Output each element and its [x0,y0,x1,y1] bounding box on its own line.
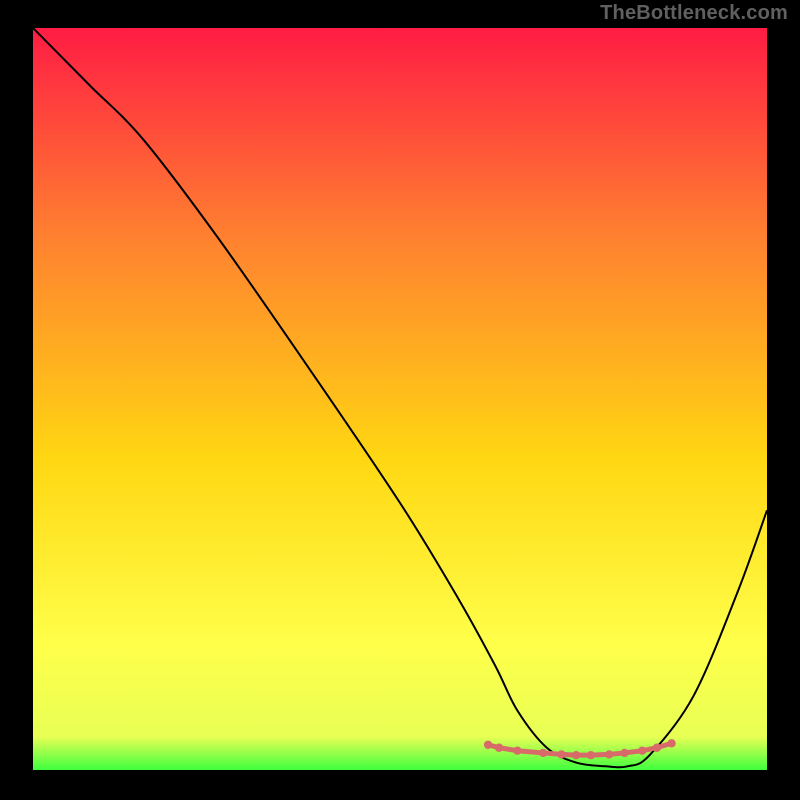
highlight-marker [495,744,503,752]
watermark-text: TheBottleneck.com [600,2,788,25]
chart-svg [33,28,767,770]
highlight-marker [484,741,492,749]
chart-container: TheBottleneck.com [0,0,800,800]
highlight-marker [587,751,595,759]
highlight-marker [539,749,547,757]
highlight-marker [653,744,661,752]
highlight-marker [620,749,628,757]
highlight-marker [667,739,675,747]
highlight-marker [557,750,565,758]
highlight-marker [638,747,646,755]
highlight-marker [572,751,580,759]
highlight-marker [605,750,613,758]
plot-area [33,28,767,770]
highlight-marker [513,747,521,755]
